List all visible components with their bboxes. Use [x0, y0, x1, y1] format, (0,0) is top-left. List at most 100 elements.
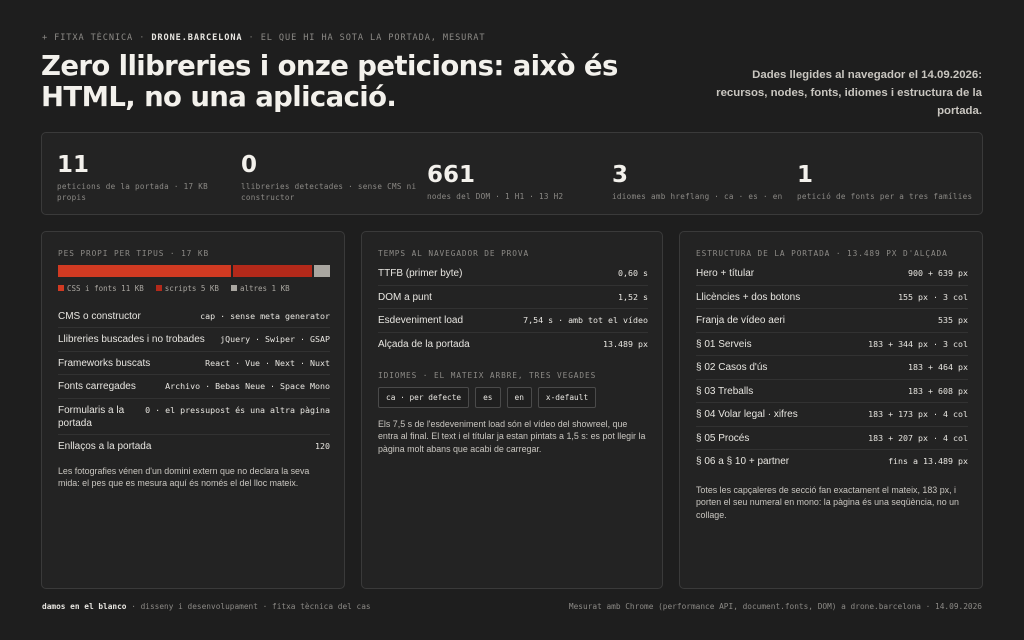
stat-value: 0 — [241, 152, 258, 178]
row-label: Hero + títular — [696, 268, 755, 279]
row-label: CMS o constructor — [58, 311, 141, 322]
table-row: § 01 Serveis 183 + 344 px · 3 col — [696, 333, 968, 356]
structure-heading: ESTRUCTURA DE LA PORTADA · 13.489 PX D'A… — [696, 249, 948, 258]
row-value: 7,54 s · amb tot el vídeo — [523, 315, 648, 325]
timing-rows: TTFB (primer byte) 0,60 s DOM a punt 1,52 … — [378, 262, 648, 356]
legend-swatch — [58, 285, 64, 291]
table-row: DOM a punt 1,52 s — [378, 286, 648, 309]
row-value: 183 + 608 px — [908, 385, 968, 396]
stat-value: 1 — [797, 162, 814, 188]
eyebrow-category: FITXA TÈCNICA — [54, 33, 134, 43]
row-label: § 05 Procés — [696, 432, 750, 444]
weight-heading: PES PROPI PER TIPUS · 17 KB — [58, 249, 210, 258]
structure-rows: Hero + títular 900 + 639 px Llicències + … — [696, 262, 968, 474]
table-row: § 04 Volar legal · xifres 183 + 173 px · … — [696, 403, 968, 427]
row-value: 155 px · 3 col — [898, 291, 968, 302]
row-label: Llicències + dos botons — [696, 291, 801, 303]
stat-requests: 11 peticions de la portada · 17 KB propi… — [57, 152, 227, 203]
eyebrow: + FITXA TÈCNICA · DRONE.BARCELONA · EL Q… — [42, 33, 486, 43]
stat-label: petició de fonts per a tres famílies — [797, 192, 973, 201]
row-label: Enllaços a la portada — [58, 440, 152, 452]
row-label: § 06 a § 10 + partner — [696, 456, 790, 467]
row-label: Frameworks buscats — [58, 357, 151, 369]
language-chip-en: en — [506, 387, 532, 408]
table-row: Esdeveniment load 7,54 s · amb tot el víd… — [378, 309, 648, 333]
row-value: 1,52 s — [618, 291, 648, 302]
row-value: React · Vue · Next · Nuxt — [205, 357, 330, 368]
legend-label: altres 1 KB — [239, 284, 290, 293]
table-row: Hero + títular 900 + 639 px — [696, 262, 968, 286]
table-row: Alçada de la portada 13.489 px — [378, 333, 648, 357]
footer-right: Mesurat amb Chrome (performance API, doc… — [568, 602, 982, 611]
row-label: Alçada de la portada — [378, 338, 470, 350]
legend-item: CSS i fonts 11 KB — [58, 284, 144, 293]
legend-item: scripts 5 KB — [155, 284, 219, 293]
row-label: Fonts carregades — [58, 381, 136, 393]
eyebrow-subtitle: EL QUE HI HA SOTA LA PORTADA, MESURAT — [260, 33, 486, 43]
stat-languages: 3 idiomes amb hreflang · ca · es · en — [612, 162, 787, 202]
row-value: 0,60 s — [618, 268, 648, 278]
structure-footnote: Totes les capçaleres de secció fan exact… — [696, 485, 959, 520]
row-label: DOM a punt — [378, 291, 432, 303]
stat-label: llibreries detectades · sense CMS ni con… — [241, 182, 417, 202]
row-value: cap · sense meta generator — [200, 311, 330, 321]
weight-footnote: Les fotografies vénen d'un domini extern… — [58, 466, 310, 489]
row-value: 183 + 344 px · 3 col — [868, 338, 968, 349]
stat-label: idiomes amb hreflang · ca · es · en — [612, 192, 783, 201]
legend-swatch — [230, 285, 237, 291]
row-label: § 01 Serveis — [696, 338, 752, 350]
row-value: 13.489 px — [603, 338, 648, 349]
row-label: Llibreries buscades i no trobades — [58, 334, 205, 346]
language-chip-es: es — [475, 387, 501, 408]
row-value: jQuery · Swiper · GSAP — [220, 334, 330, 345]
language-chip-x-default: x-default — [537, 387, 597, 408]
stat-label: nodes del DOM · 1 H1 · 13 H2 — [427, 192, 564, 201]
eyebrow-bullet: + — [42, 33, 49, 43]
weight-rows: CMS o constructor cap · sense meta genera… — [58, 305, 330, 458]
row-label: § 02 Casos d'ús — [696, 362, 768, 373]
stat-value: 3 — [612, 162, 629, 188]
row-label: Franja de vídeo aeri — [696, 315, 785, 326]
table-row: CMS o constructor cap · sense meta genera… — [58, 305, 330, 329]
row-label: TTFB (primer byte) — [378, 268, 463, 279]
footer-credits: · disseny i desenvolupament · fitxa tècn… — [131, 602, 371, 611]
legend-label: scripts 5 KB — [164, 284, 219, 293]
weight-bar-segment — [58, 265, 232, 277]
table-row: Frameworks buscats React · Vue · Next · N… — [58, 352, 330, 376]
weight-bar-segment — [233, 265, 313, 277]
row-value: fins a 13.489 px — [888, 456, 968, 466]
row-label: § 04 Volar legal · xifres — [696, 409, 798, 420]
timing-heading: TEMPS AL NAVEGADOR DE PROVA — [378, 249, 530, 258]
stats-panel: 11 peticions de la portada · 17 KB propi… — [41, 132, 983, 215]
table-row: Franja de vídeo aeri 535 px — [696, 309, 968, 333]
stat-fonts: 1 petició de fonts per a tres famílies — [797, 162, 977, 202]
language-chip-ca: ca · per defecte — [378, 387, 470, 408]
table-row: § 02 Casos d'ús 183 + 464 px — [696, 356, 968, 380]
row-value: Archivo · Bebas Neue · Space Mono — [165, 381, 330, 392]
row-value: 183 + 464 px — [908, 362, 968, 372]
row-value: 183 + 173 px · 4 col — [868, 409, 968, 419]
timing-footnote: Els 7,5 s de l'esdeveniment load són el … — [378, 419, 646, 454]
legend-swatch — [155, 285, 162, 291]
weight-legend: CSS i fonts 11 KB scripts 5 KB altres 1 KB — [58, 284, 290, 293]
table-row: Fonts carregades Archivo · Bebas Neue · S… — [58, 375, 330, 399]
stat-libraries: 0 llibreries detectades · sense CMS ni c… — [241, 152, 421, 203]
table-row: § 05 Procés 183 + 207 px · 4 col — [696, 427, 968, 450]
stat-dom-nodes: 661 nodes del DOM · 1 H1 · 13 H2 — [427, 162, 597, 202]
table-row: § 06 a § 10 + partner fins a 13.489 px — [696, 450, 968, 474]
page-title: Zero llibreries i onze peticions: això é… — [41, 50, 618, 113]
footer-left: damos en el blanco · disseny i desenvolu… — [42, 602, 371, 611]
row-label: Formularis a la portada — [58, 404, 125, 429]
table-row: Enllaços a la portada 120 — [58, 435, 330, 458]
weight-bar-segment — [314, 265, 330, 277]
row-label: § 03 Treballs — [696, 385, 754, 397]
row-value: 0 · el pressupost és una altra pàgina — [145, 404, 330, 415]
weight-card: PES PROPI PER TIPUS · 17 KB CSS i fonts … — [41, 231, 345, 589]
table-row: Formularis a la portada 0 · el pressupost… — [58, 399, 330, 435]
legend-label: CSS i fonts 11 KB — [67, 284, 144, 293]
languages-heading: IDIOMES · EL MATEIX ARBRE, TRES VEGADES — [378, 371, 597, 380]
stat-label: peticions de la portada · 17 KB propis — [57, 182, 209, 202]
structure-card: ESTRUCTURA DE LA PORTADA · 13.489 PX D'A… — [679, 231, 983, 589]
row-label: Esdeveniment load — [378, 315, 464, 326]
timing-card: TEMPS AL NAVEGADOR DE PROVA TTFB (primer… — [361, 231, 663, 589]
